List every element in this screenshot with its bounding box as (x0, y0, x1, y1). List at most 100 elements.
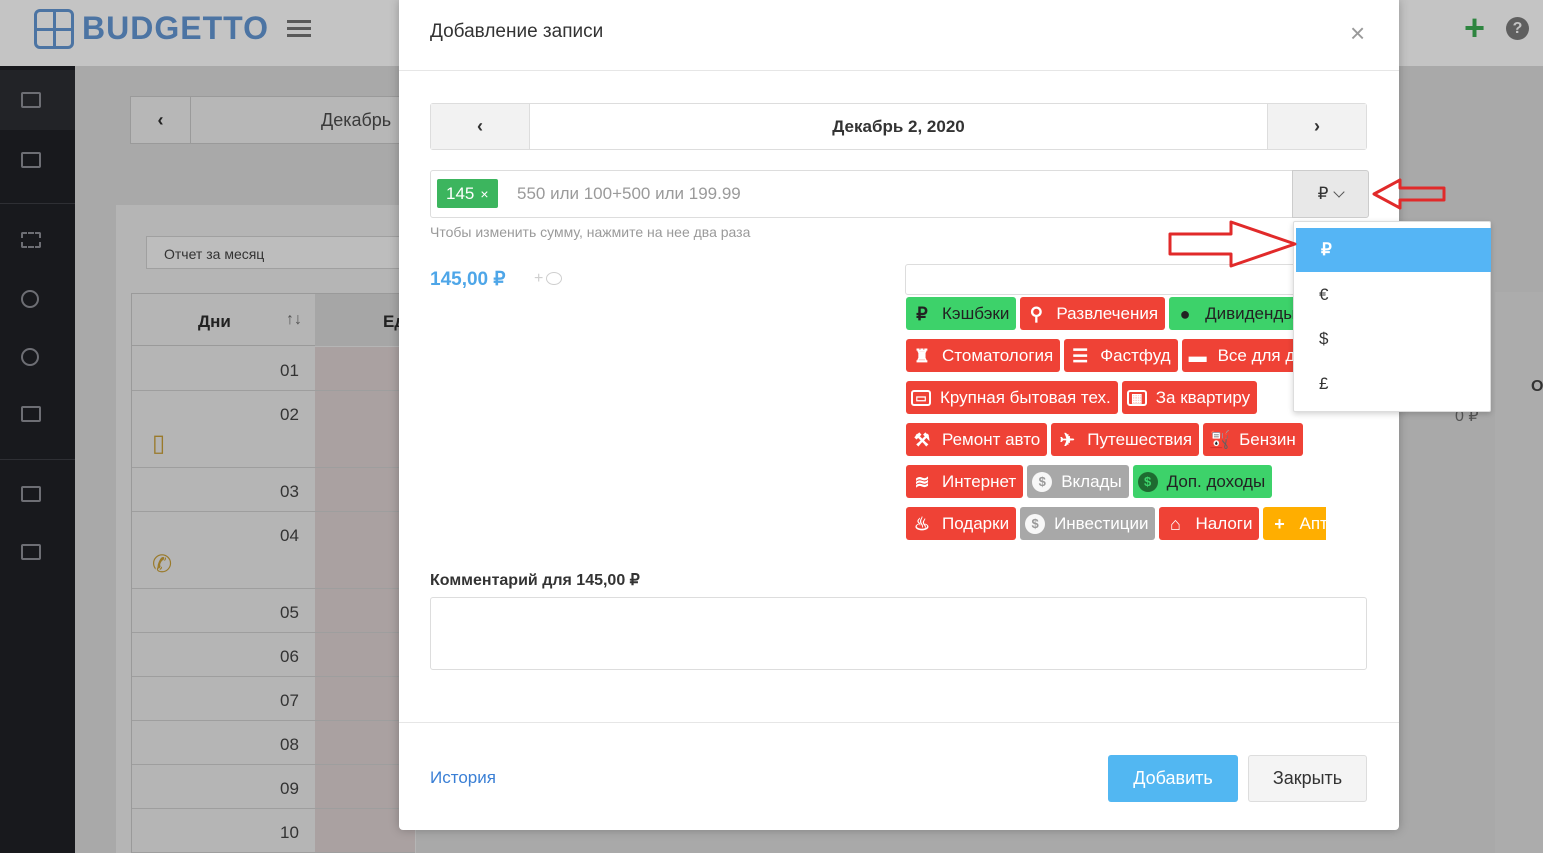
chevron-left-icon: ‹ (131, 97, 191, 143)
help-icon[interactable]: ? (1506, 17, 1529, 40)
hammer-icon: ⚒ (913, 429, 931, 450)
sidebar-item-stats[interactable] (0, 326, 75, 386)
bicycle-icon: ⚲ (1029, 303, 1043, 324)
amount-field[interactable]: 145 × (430, 170, 1293, 218)
piggy-bank-icon: ● (1179, 303, 1191, 324)
category-chip[interactable]: ⚲ Развлечения (1020, 297, 1166, 330)
category-chip[interactable]: ⌂ Налоги (1159, 507, 1260, 540)
category-label: Налоги (1195, 513, 1253, 533)
currency-option-gbp[interactable]: £ (1294, 362, 1492, 406)
monitor-icon (21, 92, 41, 108)
add-plus-icon[interactable]: + (1464, 8, 1485, 48)
amount-tag[interactable]: 145 × (437, 179, 498, 208)
speech-bubble-icon (546, 272, 563, 285)
bg-header-days: Дни (198, 312, 231, 331)
calendar-icon (21, 544, 41, 560)
bg-days-table: Дни ↑↓ Ед 01 02 ▯ 03 04 ✆ 05 06 07 08 09 1… (131, 293, 415, 853)
comment-textarea[interactable] (430, 597, 1367, 670)
category-chip[interactable]: $ Доп. доходы (1132, 465, 1273, 498)
currency-option-usd[interactable]: $ (1294, 317, 1492, 361)
burger-icon: ☰ (1072, 345, 1089, 366)
currency-option-rub[interactable]: ₽ (1296, 228, 1491, 272)
category-label: Крупная бытовая тех. (940, 387, 1111, 407)
table-row: 01 (132, 347, 415, 391)
category-label: Инвестиции (1054, 513, 1149, 533)
category-chip[interactable]: ♨ Подарки (906, 507, 1017, 540)
sidebar-item-reports[interactable] (0, 130, 75, 190)
category-label: Стоматология (942, 345, 1054, 365)
history-link[interactable]: История (430, 768, 496, 788)
coin-icon: $ (1025, 513, 1046, 534)
category-chip[interactable]: + Аптеки (1263, 507, 1326, 540)
date-label[interactable]: Декабрь 2, 2020 (530, 104, 1267, 149)
category-chip[interactable]: ⛽ Бензин (1203, 423, 1303, 456)
category-chip[interactable]: ₽ Кэшбэки (906, 297, 1017, 330)
category-chip[interactable]: ♜ Стоматология (906, 339, 1061, 372)
tooth-icon: ♜ (913, 345, 931, 366)
category-chip[interactable]: ≋ Интернет (906, 465, 1024, 498)
modal-title: Добавление записи (430, 21, 604, 42)
add-comment-button[interactable]: + (534, 270, 563, 288)
layers-icon (21, 406, 41, 422)
currency-select-button[interactable]: ₽ (1292, 170, 1369, 218)
fuel-can-icon: ⛽ (1208, 429, 1231, 450)
category-label: Интернет (942, 471, 1017, 491)
category-chip[interactable]: $ Инвестиции (1020, 507, 1156, 540)
close-icon[interactable]: × (1350, 18, 1365, 48)
add-button[interactable]: Добавить (1108, 755, 1238, 802)
table-row: 04 ✆ (132, 512, 415, 589)
category-row: ♜ Стоматология ☰ Фастфуд ▬ Все для дома (906, 339, 1326, 372)
category-chip[interactable]: ⚒ Ремонт авто (906, 423, 1048, 456)
wallet-icon (21, 486, 41, 502)
sidebar (0, 66, 75, 853)
category-label: Фастфуд (1100, 345, 1171, 365)
table-row: 10 (132, 809, 415, 853)
remove-tag-icon[interactable]: × (480, 186, 488, 202)
phone-icon: ▯ (152, 430, 166, 457)
table-row: 02 ▯ (132, 391, 415, 468)
category-chip[interactable]: $ Вклады (1027, 465, 1129, 498)
telephone-icon: ✆ (152, 551, 173, 578)
category-label: Развлечения (1056, 303, 1159, 323)
category-row: ⚒ Ремонт авто ✈ Путешествия ⛽ Бензин (906, 423, 1326, 456)
bg-report-select: Отчет за месяц (146, 236, 406, 269)
category-chip[interactable]: ☰ Фастфуд (1064, 339, 1178, 372)
hamburger-menu-icon[interactable] (287, 20, 311, 38)
category-label: Кэшбэки (942, 303, 1010, 323)
category-label: Путешествия (1087, 429, 1193, 449)
prev-date-button[interactable]: ‹ (431, 104, 530, 149)
date-navigator: ‹ Декабрь 2, 2020 › (430, 103, 1367, 150)
sidebar-divider (0, 203, 75, 204)
sidebar-item-dashboard[interactable] (0, 70, 75, 130)
sidebar-divider (0, 459, 75, 460)
sort-icon: ↑↓ (286, 311, 302, 328)
sidebar-item-layers[interactable] (0, 384, 75, 444)
table-row: 07 (132, 677, 415, 721)
bank-icon: ⌂ (1170, 513, 1181, 534)
annotation-arrow-left (1372, 178, 1446, 210)
coin-icon: $ (1137, 471, 1158, 492)
calculator-logo-icon (34, 9, 74, 49)
category-chip[interactable]: ▦ За квартиру (1121, 381, 1258, 414)
sidebar-item-wallet[interactable] (0, 464, 75, 524)
modal-header: Добавление записи × (399, 0, 1399, 71)
category-chip[interactable]: ● Дивиденды (1169, 297, 1303, 330)
bg-right-column (1495, 292, 1543, 853)
bg-table-header: Дни ↑↓ (132, 293, 315, 346)
category-row: ♨ Подарки $ Инвестиции ⌂ Налоги + Аптеки (906, 507, 1326, 540)
category-chip[interactable]: ✈ Путешествия (1051, 423, 1200, 456)
amount-input[interactable] (517, 179, 1217, 209)
category-chip[interactable]: ▭ Крупная бытовая тех. (906, 381, 1118, 414)
rocket-icon (21, 290, 39, 308)
logo-text: BUDGETTO (82, 10, 269, 46)
sidebar-item-goals[interactable] (0, 268, 75, 328)
category-label: Аптеки (1299, 513, 1326, 533)
sidebar-item-calendar[interactable] (0, 522, 75, 582)
close-button[interactable]: Закрыть (1248, 755, 1367, 802)
next-date-button[interactable]: › (1267, 104, 1366, 149)
monitor-icon: ▭ (911, 389, 931, 406)
sidebar-item-fullscreen[interactable] (0, 210, 75, 270)
currency-option-eur[interactable]: € (1294, 273, 1492, 317)
comment-label: Комментарий для 145,00 ₽ (430, 572, 640, 589)
plane-icon: ✈ (1059, 429, 1075, 450)
